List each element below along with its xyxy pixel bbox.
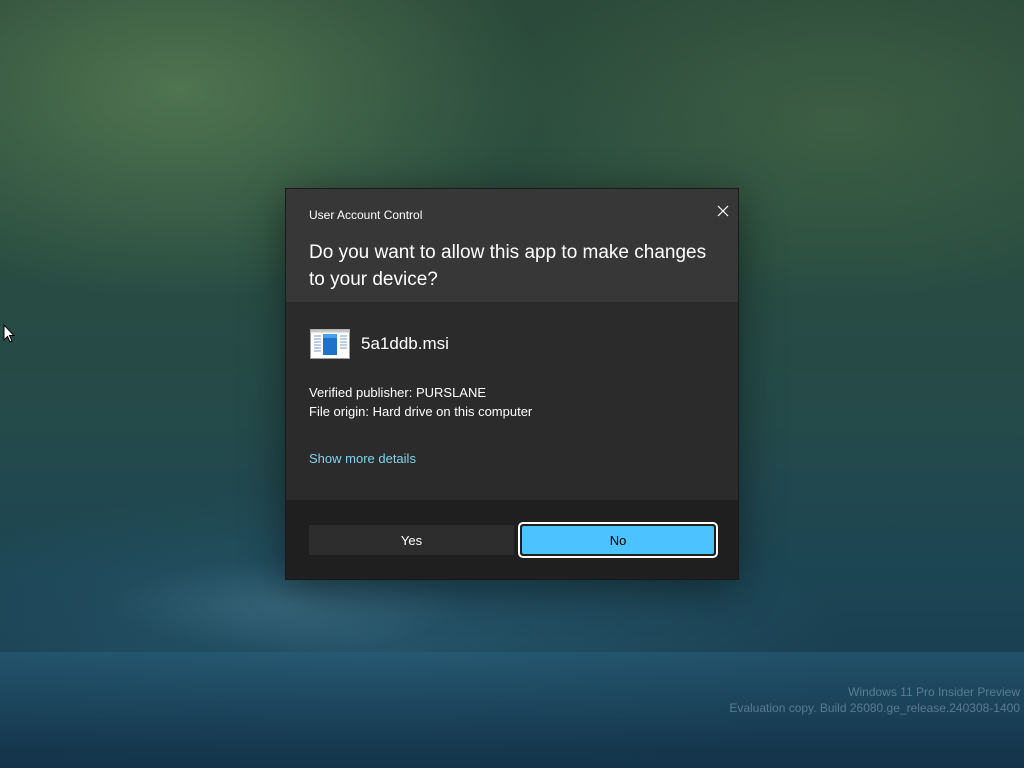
dialog-question: Do you want to allow this app to make ch… — [309, 242, 707, 290]
yes-button[interactable]: Yes — [309, 525, 514, 555]
close-icon — [717, 205, 729, 217]
file-origin: File origin: Hard drive on this computer — [309, 404, 533, 419]
dialog-title: User Account Control — [309, 208, 423, 222]
no-button[interactable]: No — [522, 526, 714, 554]
dialog-footer: Yes No — [286, 500, 738, 579]
close-button[interactable] — [709, 197, 737, 225]
verified-publisher: Verified publisher: PURSLANE — [309, 385, 487, 400]
show-more-details-link[interactable]: Show more details — [309, 451, 416, 466]
windows-watermark: Windows 11 Pro Insider Preview Evaluatio… — [729, 684, 1020, 716]
no-button-focus-outline: No — [518, 522, 718, 558]
watermark-line-build: Evaluation copy. Build 26080.ge_release.… — [729, 701, 1020, 715]
mouse-cursor-icon — [3, 324, 15, 343]
app-name: 5a1ddb.msi — [361, 334, 449, 353]
desktop-background: Windows 11 Pro Insider Preview Evaluatio… — [0, 0, 1024, 768]
installer-package-icon — [310, 329, 350, 359]
uac-dialog: User Account Control Do you want to allo… — [285, 188, 739, 580]
uac-header: User Account Control Do you want to allo… — [286, 189, 738, 302]
watermark-line-edition: Windows 11 Pro Insider Preview — [848, 685, 1020, 699]
